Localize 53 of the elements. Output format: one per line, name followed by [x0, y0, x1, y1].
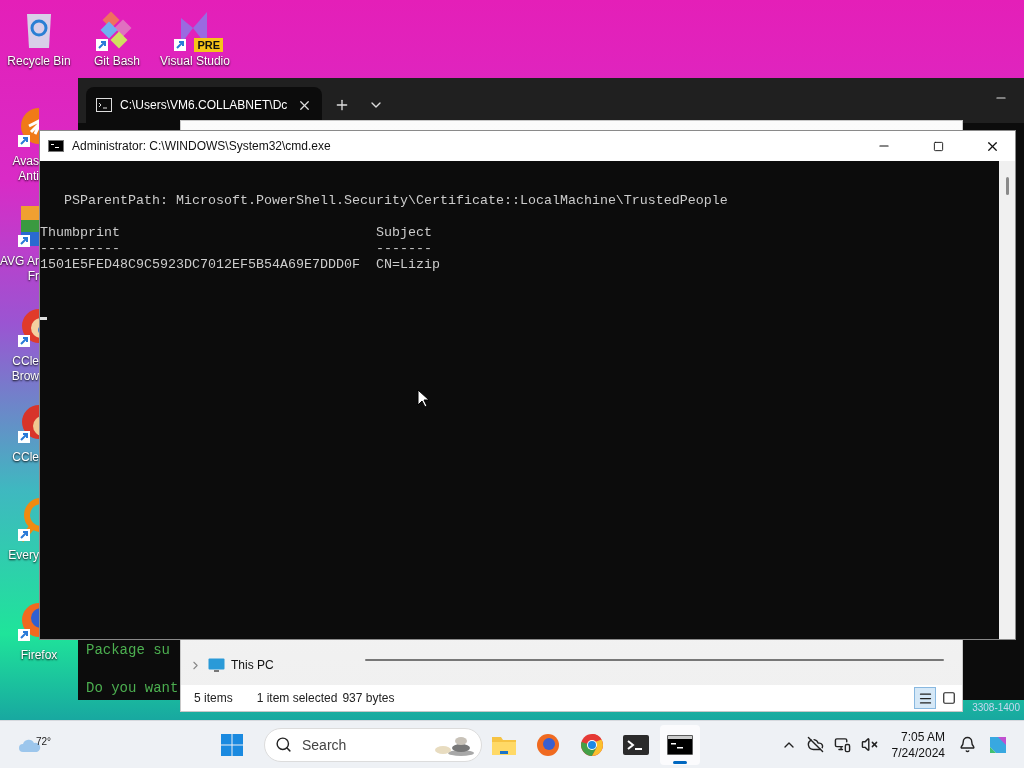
- console-line: 1501E5FED48C9C5923DC7012EF5B54A69E7DDD0F CN=Lizip: [40, 257, 440, 273]
- taskbar-button[interactable]: [660, 724, 700, 765]
- tiles-view-icon: [942, 691, 956, 705]
- console-icon: [48, 140, 64, 152]
- console-line: Package su: [86, 641, 170, 660]
- desktop-icon-label[interactable]: Avas: [12, 154, 39, 169]
- console-cursor: [40, 317, 47, 320]
- console-line: Thumbprint Subject: [40, 225, 432, 241]
- nav-item[interactable]: This PC: [181, 653, 329, 677]
- desktop-icon-label[interactable]: Git Bash: [94, 54, 140, 69]
- clock[interactable]: 7:05 AM 7/24/2024: [891, 728, 945, 761]
- plus-icon: [334, 97, 350, 113]
- notification-icon[interactable]: [959, 736, 976, 753]
- temperature-text[interactable]: 72°: [36, 735, 52, 747]
- windows-logo-icon: [221, 733, 243, 756]
- build-info-text: 3308-1400: [972, 702, 1020, 713]
- desktop-icon-label[interactable]: Fr: [27, 269, 39, 284]
- console-line: Do you want: [86, 679, 179, 698]
- desktop-icon-label[interactable]: Recycle Bin: [7, 54, 71, 69]
- tab-title: C:\Users\VM6.COLLABNET\Dc: [120, 98, 289, 112]
- desktop-icon-label[interactable]: Visual Studio: [160, 54, 230, 69]
- status-text: 5 items: [194, 691, 233, 705]
- console-icon: [667, 734, 693, 755]
- scroll-thumb[interactable]: [1005, 177, 1009, 195]
- console-icon: [96, 98, 112, 112]
- status-text: 1 item selected: [256, 691, 338, 705]
- browser-icon: [536, 732, 560, 757]
- window-title: Administrator: C:\WINDOWS\System32\cmd.exe: [72, 139, 332, 153]
- details-view-icon: [917, 690, 933, 706]
- desktop-icon-label[interactable]: Anti: [18, 169, 39, 184]
- preview-badge: PRE: [194, 38, 223, 52]
- terminal-tab[interactable]: C:\Users\VM6.COLLABNET\Dc: [86, 87, 322, 123]
- vertical-scrollbar[interactable]: [999, 161, 1015, 639]
- search-field[interactable]: Search: [300, 735, 425, 754]
- terminal-icon: [623, 734, 649, 755]
- desktop-icon-label[interactable]: CCle: [12, 450, 39, 465]
- desktop-icon-label[interactable]: CCle: [12, 354, 39, 369]
- desktop-icon-label[interactable]: AVG Ar: [0, 254, 39, 269]
- display-icon[interactable]: [833, 736, 851, 753]
- desktop-icon-label[interactable]: Brow: [11, 369, 39, 384]
- search-icon: [275, 736, 292, 753]
- maximize-icon: [932, 140, 944, 152]
- console-line: PSParentPath: Microsoft.PowerShell.Security\Certificate::LocalMachine\TrustedPeople: [64, 193, 728, 209]
- search-bar[interactable]: Search: [264, 727, 482, 762]
- status-text: 937 bytes: [342, 691, 395, 705]
- browser-icon: [580, 732, 604, 757]
- muted-speaker-icon[interactable]: [860, 736, 878, 753]
- cloud-off-icon[interactable]: [806, 736, 824, 753]
- view-button[interactable]: [914, 687, 936, 709]
- mouse-pointer-icon: [417, 389, 429, 408]
- computer-icon: [208, 657, 225, 673]
- console-line: ---------- -------: [40, 241, 432, 257]
- horizontal-scrollbar[interactable]: [365, 659, 944, 661]
